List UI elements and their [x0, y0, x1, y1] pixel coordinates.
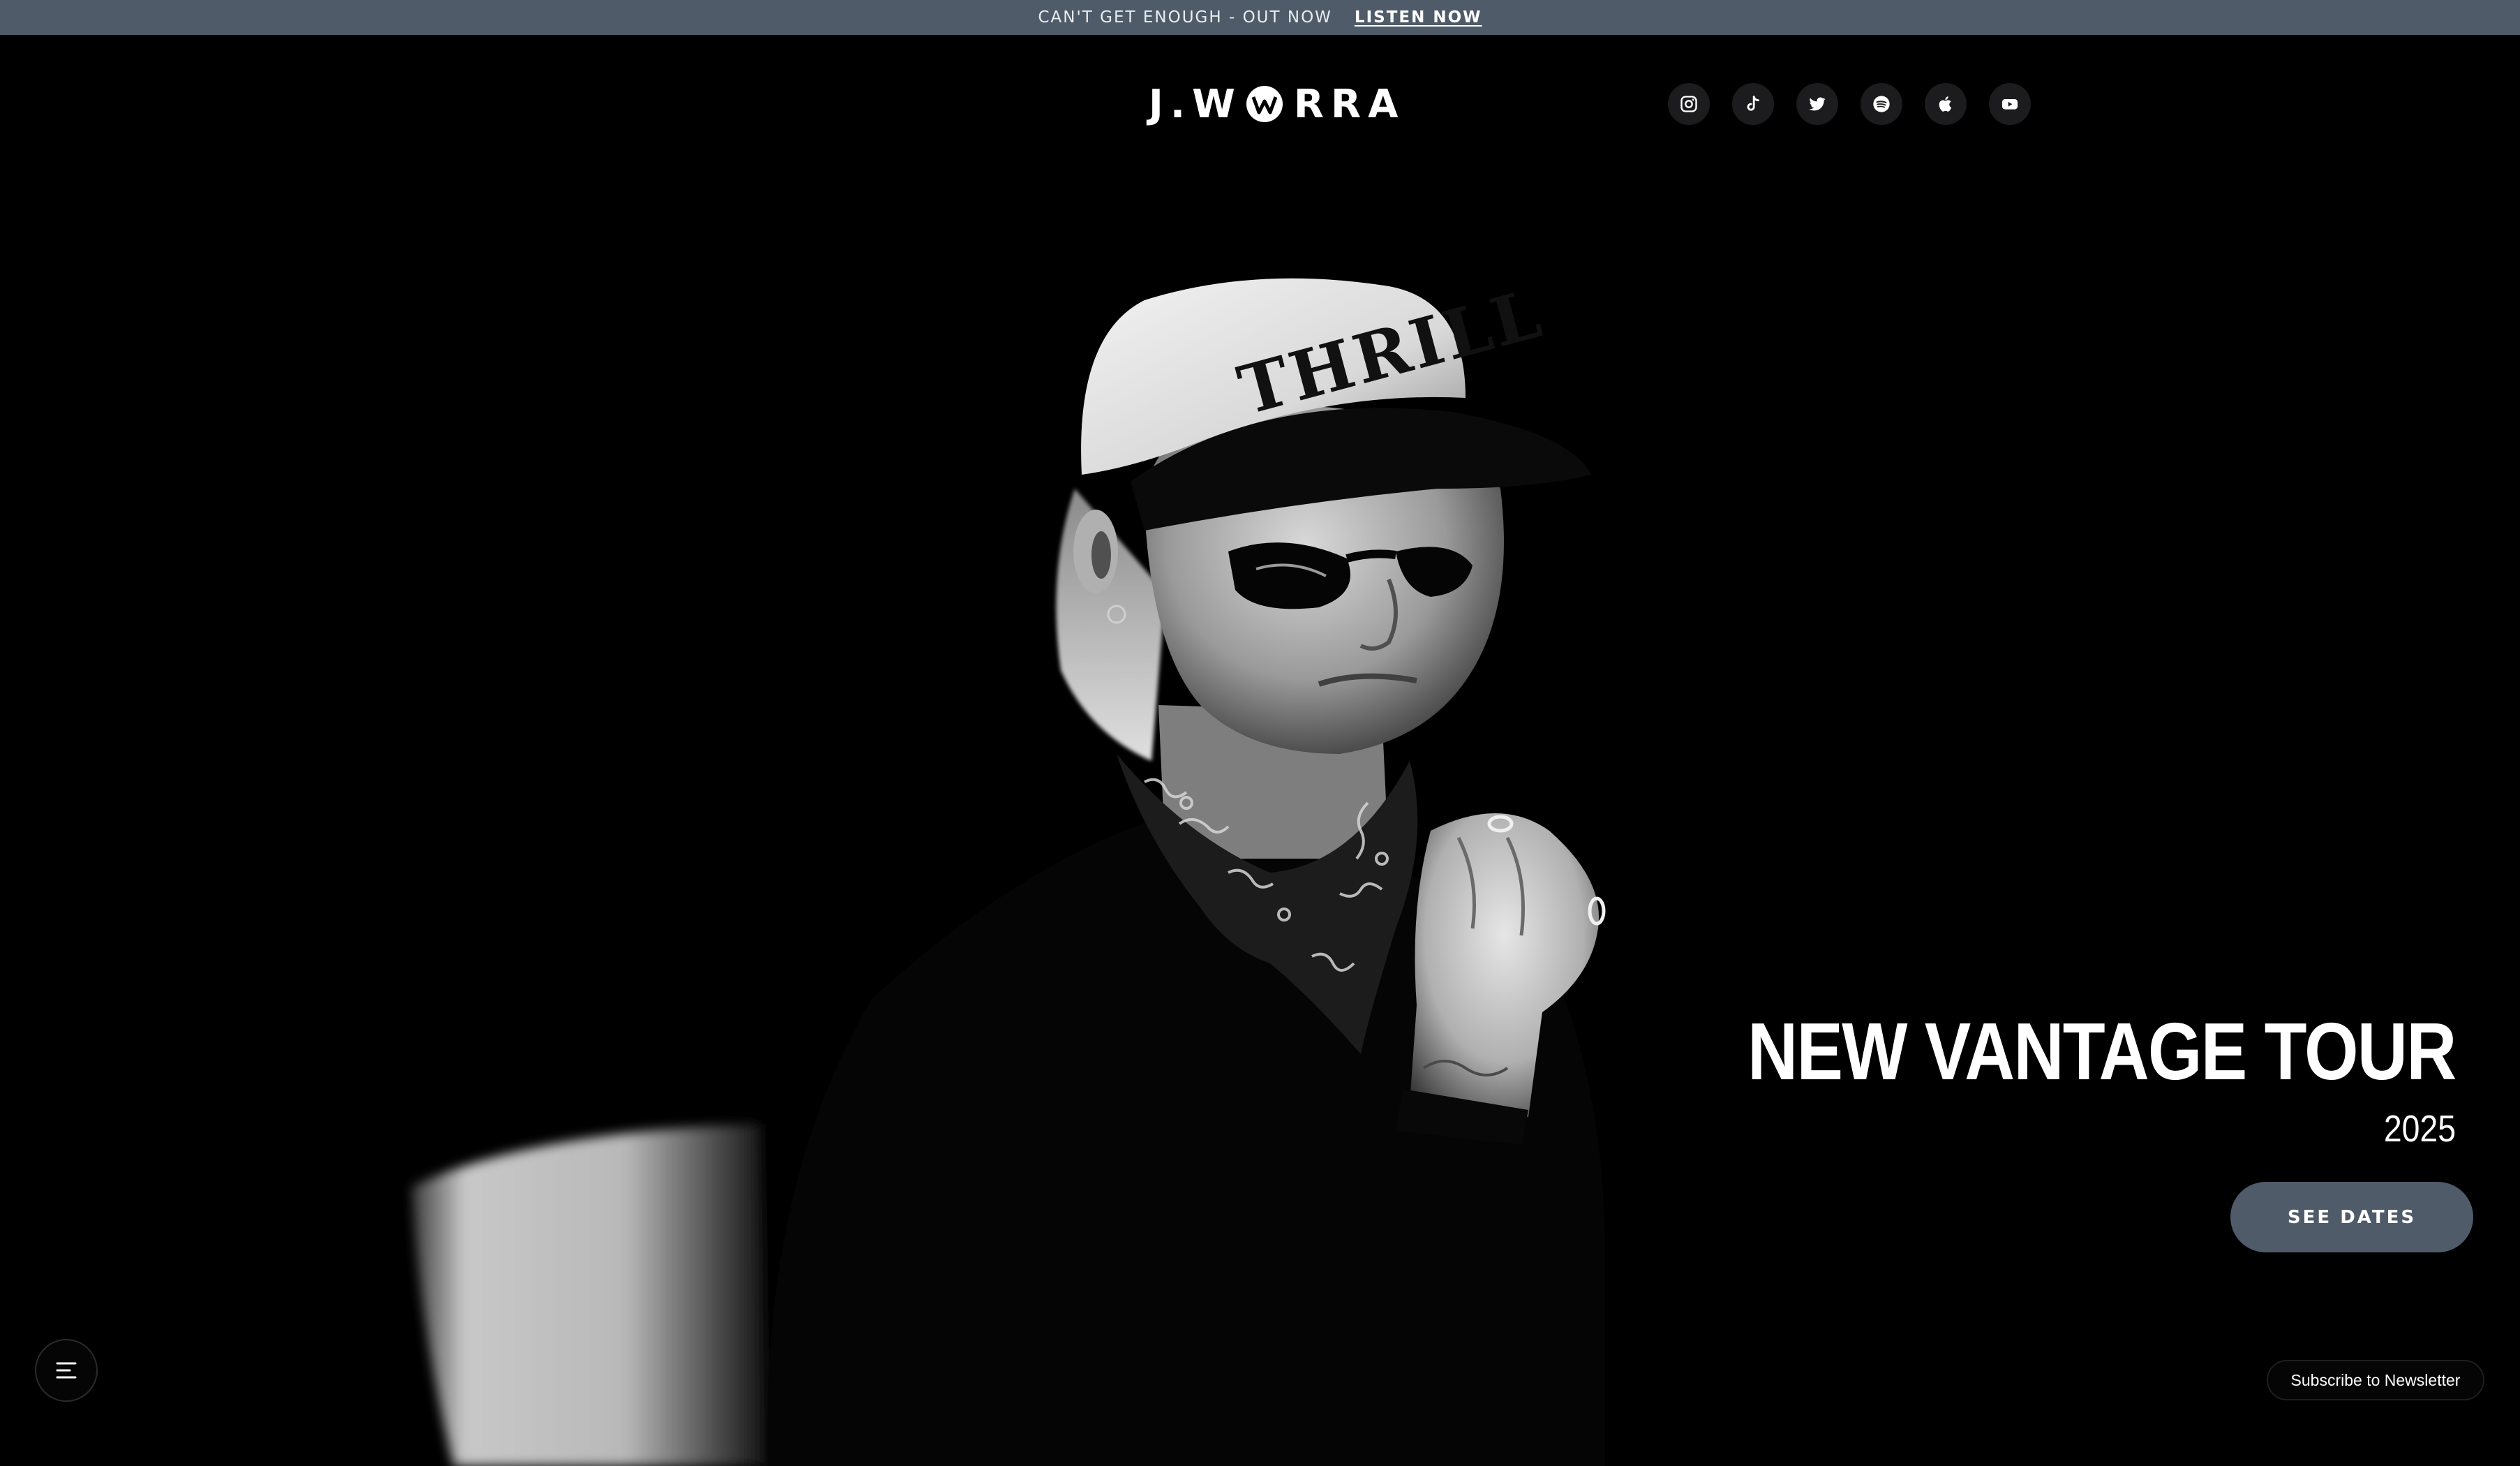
hero-photo: THRILL	[412, 274, 1606, 1466]
subscribe-newsletter-button[interactable]: Subscribe to Newsletter	[2267, 1360, 2484, 1400]
site-logo[interactable]: J.W RRA	[1149, 81, 1406, 127]
tour-year: 2025	[2383, 1108, 2456, 1150]
spotify-icon	[1873, 96, 1890, 112]
tiktok-icon	[1747, 96, 1759, 111]
tour-title: NEW VANTAGE TOUR	[1747, 1006, 2457, 1097]
page: THRILL CAN'T GET ENOUGH - OUT NOW LISTEN…	[0, 0, 2520, 1466]
twitter-icon	[1809, 97, 1826, 111]
logo-text-right: RRA	[1293, 81, 1406, 127]
menu-button[interactable]	[35, 1339, 98, 1402]
announcement-text: CAN'T GET ENOUGH - OUT NOW	[1038, 8, 1332, 27]
youtube-icon	[2001, 99, 2018, 110]
spotify-link[interactable]	[1861, 83, 1902, 125]
see-dates-button[interactable]: SEE DATES	[2230, 1182, 2473, 1252]
apple-music-link[interactable]	[1925, 83, 1967, 125]
logo-mark-icon	[1246, 86, 1283, 122]
instagram-icon	[1680, 96, 1697, 112]
apple-icon	[1939, 96, 1952, 112]
twitter-link[interactable]	[1796, 83, 1838, 125]
listen-now-link[interactable]: LISTEN NOW	[1355, 8, 1482, 27]
youtube-link[interactable]	[1989, 83, 2031, 125]
tiktok-link[interactable]	[1732, 83, 1774, 125]
social-links	[1668, 83, 2031, 125]
announcement-bar: CAN'T GET ENOUGH - OUT NOW LISTEN NOW	[0, 0, 2520, 35]
instagram-link[interactable]	[1668, 83, 1710, 125]
hamburger-menu-icon	[56, 1362, 77, 1379]
logo-text-left: J.W	[1149, 81, 1242, 127]
